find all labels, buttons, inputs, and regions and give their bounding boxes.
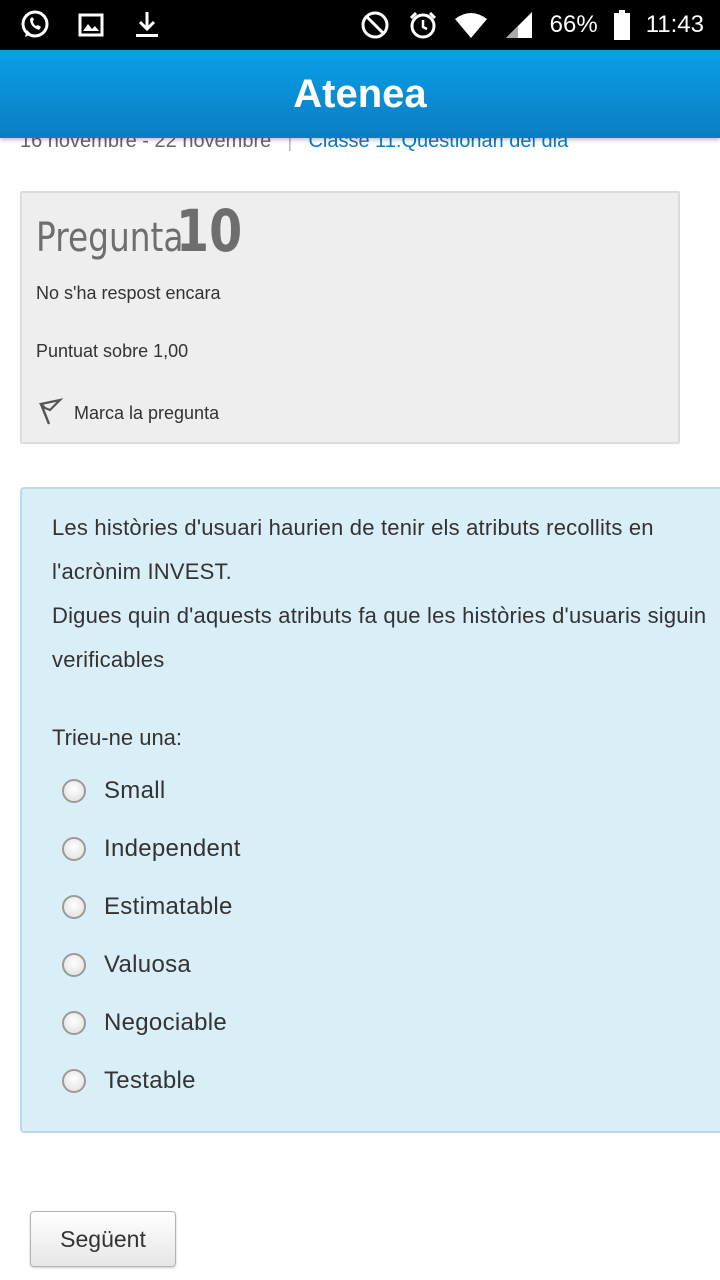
next-button[interactable]: Següent	[30, 1211, 176, 1267]
answer-option-label[interactable]: Testable	[104, 1067, 196, 1095]
app-header: Atenea	[0, 50, 720, 138]
question-state: No s'ha respost encara	[36, 283, 221, 303]
question-heading: Pregunta 10	[36, 197, 664, 265]
radio-button[interactable]	[62, 895, 86, 919]
answer-prompt: Trieu-ne una:	[52, 725, 183, 750]
question-content: Les històries d'usuari haurien de tenir …	[20, 487, 720, 1133]
alarm-icon	[406, 8, 440, 42]
flag-question-button[interactable]: Marca la pregunta	[36, 396, 219, 431]
answer-option[interactable]: Valuosa	[62, 951, 191, 979]
answer-option[interactable]: Independent	[62, 835, 241, 863]
question-text: Les històries d'usuari haurien de tenir …	[52, 506, 712, 682]
radio-button[interactable]	[62, 779, 86, 803]
answer-option[interactable]: Negociable	[62, 1009, 227, 1037]
question-text-line-1: Les històries d'usuari haurien de tenir …	[52, 515, 654, 584]
question-info-box: Pregunta 10 No s'ha respost encara Puntu…	[20, 191, 680, 444]
clock: 11:43	[645, 11, 704, 38]
answer-option-label[interactable]: Small	[104, 777, 166, 805]
radio-button[interactable]	[62, 1069, 86, 1093]
answer-option[interactable]: Estimatable	[62, 893, 233, 921]
radio-button[interactable]	[62, 1011, 86, 1035]
answer-option-label[interactable]: Independent	[104, 835, 241, 863]
answer-option-label[interactable]: Valuosa	[104, 951, 191, 979]
app-title: Atenea	[293, 71, 427, 116]
battery-icon	[612, 8, 632, 42]
do-not-disturb-icon	[358, 8, 392, 42]
download-icon	[130, 8, 164, 42]
flag-label[interactable]: Marca la pregunta	[74, 403, 219, 424]
radio-button[interactable]	[62, 953, 86, 977]
signal-icon	[502, 8, 536, 42]
answer-option-label[interactable]: Estimatable	[104, 893, 233, 921]
question-number: 10	[176, 197, 243, 265]
wifi-icon	[454, 8, 488, 42]
battery-percent: 66%	[549, 11, 598, 38]
image-icon	[74, 8, 108, 42]
answer-option-label[interactable]: Negociable	[104, 1009, 227, 1037]
question-grade: Puntuat sobre 1,00	[36, 341, 189, 361]
question-text-line-2: Digues quin d'aquests atributs fa que le…	[52, 603, 707, 672]
radio-button[interactable]	[62, 837, 86, 861]
answer-option[interactable]: Small	[62, 777, 166, 805]
question-label: Pregunta	[36, 215, 184, 261]
whatsapp-icon	[18, 8, 52, 42]
answer-option[interactable]: Testable	[62, 1067, 196, 1095]
status-bar: 66% 11:43	[0, 0, 720, 50]
flag-icon[interactable]	[36, 396, 64, 431]
